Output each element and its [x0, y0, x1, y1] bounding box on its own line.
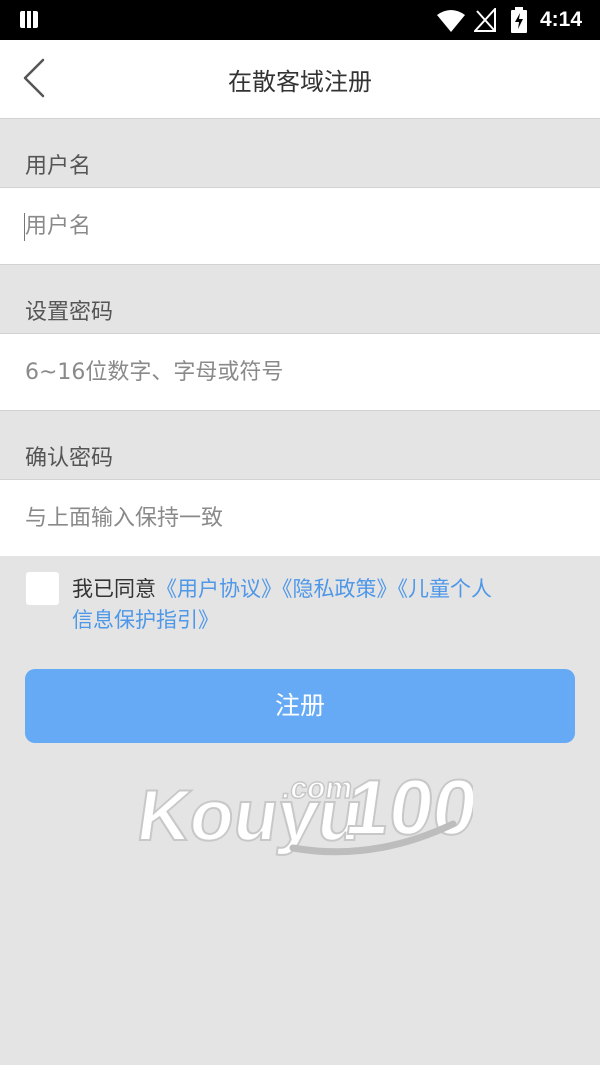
username-input[interactable] — [25, 188, 575, 264]
agreement-row: 我已同意《用户协议》《隐私政策》《儿童个人 信息保护指引》 — [26, 572, 600, 642]
confirm-password-label: 确认密码 — [0, 410, 600, 479]
password-input[interactable] — [25, 334, 575, 410]
watermark-suffix: .com — [280, 772, 355, 805]
password-label: 设置密码 — [0, 264, 600, 333]
wifi-icon — [437, 10, 465, 32]
register-form: 用户名 设置密码 确认密码 — [0, 118, 600, 556]
notification-icon — [20, 11, 38, 28]
confirm-password-input[interactable] — [25, 480, 575, 556]
status-bar: 4:14 — [0, 0, 600, 40]
kouyu100-watermark-logo: Kouyu .com 100 — [132, 762, 473, 857]
no-signal-icon — [474, 8, 496, 32]
agreement-text: 我已同意《用户协议》《隐私政策》《儿童个人 — [72, 574, 600, 604]
password-field-wrap — [0, 333, 600, 410]
status-time: 4:14 — [540, 8, 583, 31]
user-agreement-link[interactable]: 《用户协议》 — [156, 577, 282, 601]
username-label: 用户名 — [0, 118, 600, 187]
agreement-checkbox[interactable] — [26, 572, 59, 605]
agreement-prefix: 我已同意 — [72, 577, 156, 601]
battery-charging-icon — [511, 7, 527, 33]
watermark-number: 100 — [341, 763, 473, 851]
page-title: 在散客域注册 — [228, 68, 372, 96]
username-field-wrap — [0, 187, 600, 264]
register-button[interactable]: 注册 — [25, 669, 575, 743]
confirm-password-field-wrap — [0, 479, 600, 556]
privacy-policy-link[interactable]: 《隐私政策》 — [282, 577, 398, 601]
nav-bar: 在散客域注册 — [0, 40, 600, 118]
child-privacy-link[interactable]: 《儿童个人 — [398, 577, 493, 601]
child-privacy-link-continued[interactable]: 信息保护指引》 — [72, 605, 219, 635]
